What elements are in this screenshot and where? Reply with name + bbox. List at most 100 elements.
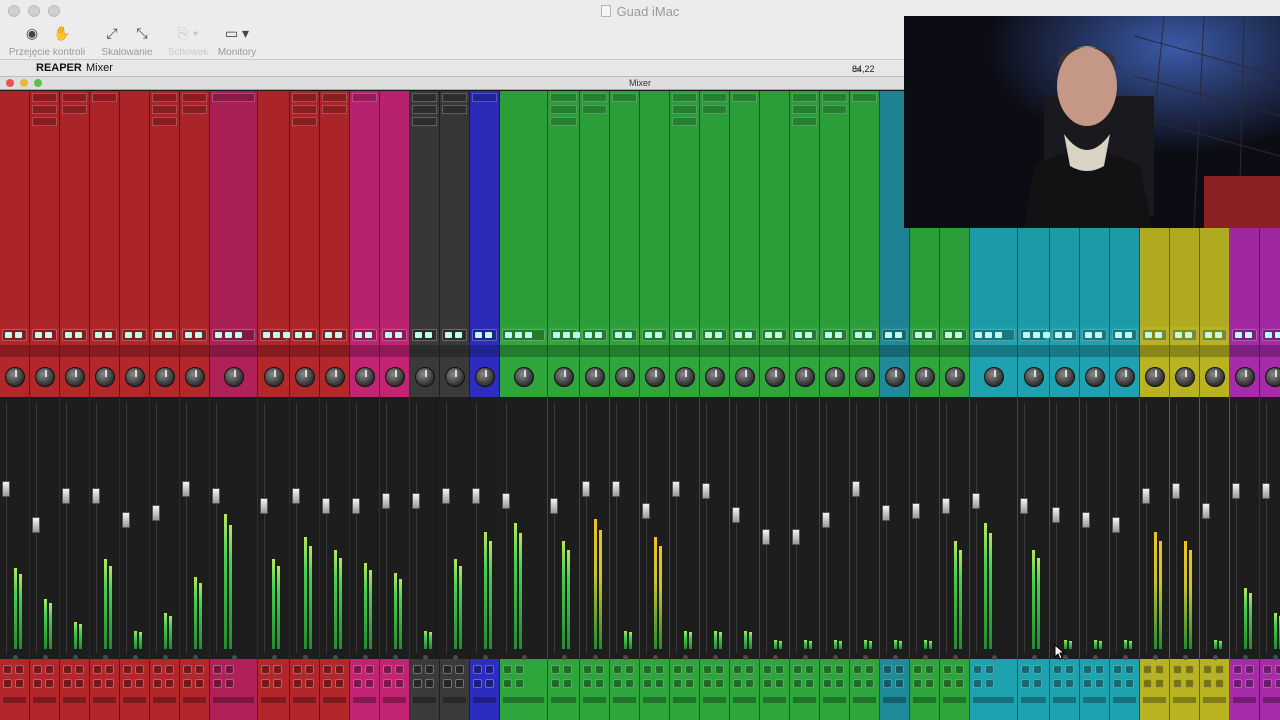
phase-button[interactable] <box>1113 679 1122 688</box>
record-arm-icon[interactable] <box>893 655 898 660</box>
volume-fader[interactable] <box>502 493 510 509</box>
track-name-field[interactable] <box>503 697 544 703</box>
fx-bypass-button[interactable] <box>865 679 874 688</box>
io-button[interactable] <box>62 329 87 341</box>
volume-fader[interactable] <box>822 512 830 528</box>
solo-button[interactable] <box>895 665 904 674</box>
fx-slot[interactable] <box>822 105 847 114</box>
fx-slot[interactable] <box>792 117 817 126</box>
monitors-tool[interactable]: ▭ ▾ Monitory <box>214 22 260 59</box>
fx-bypass-button[interactable] <box>985 679 994 688</box>
mute-button[interactable] <box>1263 665 1272 674</box>
fx-slot[interactable] <box>702 105 727 114</box>
fx-rack[interactable] <box>210 91 257 327</box>
fx-bypass-button[interactable] <box>515 679 524 688</box>
pan-knob[interactable] <box>514 367 534 387</box>
fx-slot[interactable] <box>412 105 437 114</box>
fx-rack[interactable] <box>440 91 469 327</box>
solo-button[interactable] <box>985 665 994 674</box>
track-name-field[interactable] <box>551 697 576 703</box>
fx-bypass-button[interactable] <box>1125 679 1134 688</box>
fx-rack[interactable] <box>760 91 789 327</box>
routing-row[interactable] <box>0 345 29 357</box>
routing-row[interactable] <box>500 345 547 357</box>
fx-rack[interactable] <box>60 91 89 327</box>
io-button[interactable] <box>92 329 117 341</box>
volume-fader[interactable] <box>612 481 620 497</box>
mute-button[interactable] <box>323 665 332 674</box>
pan-knob[interactable] <box>705 367 725 387</box>
io-button[interactable] <box>972 329 1015 341</box>
solo-button[interactable] <box>195 665 204 674</box>
phase-button[interactable] <box>1173 679 1182 688</box>
fx-slot[interactable] <box>322 93 347 102</box>
volume-fader[interactable] <box>912 503 920 519</box>
routing-row[interactable] <box>820 345 849 357</box>
mute-button[interactable] <box>473 665 482 674</box>
pan-knob[interactable] <box>554 367 574 387</box>
fx-bypass-button[interactable] <box>655 679 664 688</box>
solo-button[interactable] <box>45 665 54 674</box>
scaling-tool[interactable]: ⤢ ⤡ Skalowanie <box>98 22 156 59</box>
solo-button[interactable] <box>515 665 524 674</box>
io-button[interactable] <box>260 329 290 341</box>
mute-button[interactable] <box>763 665 772 674</box>
record-arm-icon[interactable] <box>1032 655 1037 660</box>
fx-slot[interactable] <box>550 93 577 102</box>
pan-knob[interactable] <box>1115 367 1135 387</box>
pan-knob[interactable] <box>125 367 145 387</box>
track-name-field[interactable] <box>443 697 466 703</box>
phase-button[interactable] <box>1083 679 1092 688</box>
track-name-field[interactable] <box>213 697 254 703</box>
volume-fader[interactable] <box>1172 483 1180 499</box>
phase-button[interactable] <box>293 679 302 688</box>
mute-button[interactable] <box>1083 665 1092 674</box>
record-arm-icon[interactable] <box>773 655 778 660</box>
track-name-field[interactable] <box>1113 697 1136 703</box>
fx-rack[interactable] <box>0 91 29 327</box>
fx-slot[interactable] <box>550 105 577 114</box>
fx-rack[interactable] <box>670 91 699 327</box>
fx-bypass-button[interactable] <box>305 679 314 688</box>
record-arm-icon[interactable] <box>683 655 688 660</box>
pan-knob[interactable] <box>155 367 175 387</box>
mute-button[interactable] <box>93 665 102 674</box>
fx-slot[interactable] <box>472 93 497 102</box>
mute-button[interactable] <box>383 665 392 674</box>
pan-knob[interactable] <box>615 367 635 387</box>
track-name-field[interactable] <box>1143 697 1166 703</box>
record-arm-icon[interactable] <box>953 655 958 660</box>
routing-row[interactable] <box>940 345 969 357</box>
io-button[interactable] <box>762 329 787 341</box>
track-name-field[interactable] <box>33 697 56 703</box>
pan-knob[interactable] <box>645 367 665 387</box>
fx-slot[interactable] <box>672 105 697 114</box>
fx-rack[interactable] <box>700 91 729 327</box>
phase-button[interactable] <box>1203 679 1212 688</box>
mute-button[interactable] <box>123 665 132 674</box>
volume-fader[interactable] <box>322 498 330 514</box>
fx-slot[interactable] <box>292 117 317 126</box>
mute-button[interactable] <box>673 665 682 674</box>
record-arm-icon[interactable] <box>653 655 658 660</box>
phase-button[interactable] <box>63 679 72 688</box>
io-button[interactable] <box>612 329 637 341</box>
routing-row[interactable] <box>1110 345 1139 357</box>
phase-button[interactable] <box>33 679 42 688</box>
volume-fader[interactable] <box>1112 517 1120 533</box>
solo-button[interactable] <box>335 665 344 674</box>
pan-knob[interactable] <box>355 367 375 387</box>
volume-fader[interactable] <box>852 481 860 497</box>
fx-rack[interactable] <box>320 91 349 327</box>
routing-row[interactable] <box>1230 345 1259 357</box>
record-arm-icon[interactable] <box>522 655 527 660</box>
solo-button[interactable] <box>165 665 174 674</box>
phase-button[interactable] <box>443 679 452 688</box>
record-arm-icon[interactable] <box>163 655 168 660</box>
track-name-field[interactable] <box>383 697 406 703</box>
io-button[interactable] <box>672 329 697 341</box>
io-button[interactable] <box>1142 329 1167 341</box>
routing-row[interactable] <box>1080 345 1109 357</box>
pan-knob[interactable] <box>795 367 815 387</box>
routing-row[interactable] <box>180 345 209 357</box>
